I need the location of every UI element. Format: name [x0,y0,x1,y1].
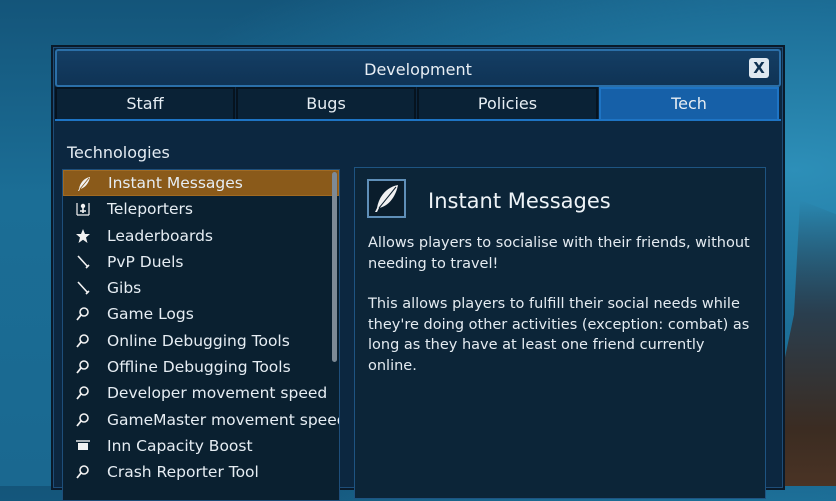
magnifier-icon [75,359,91,375]
window-titlebar[interactable]: Development X [55,49,781,87]
list-item-label: Crash Reporter Tool [107,463,259,482]
list-item-label: PvP Duels [107,252,184,271]
teleporter-icon [75,201,91,217]
list-item[interactable]: Offline Debugging Tools [63,354,339,380]
swords-icon [75,254,91,270]
magnifier-icon [75,385,91,401]
window-title: Development [364,60,472,79]
detail-title: Instant Messages [428,189,611,213]
list-item[interactable]: Developer movement speed [63,380,339,406]
list-item[interactable]: Gibs [63,275,339,301]
list-item[interactable]: Teleporters [63,196,339,222]
list-item-label: Leaderboards [107,226,213,245]
detail-paragraph-2: This allows players to fulfill their soc… [368,296,750,374]
list-scrollbar[interactable] [332,172,337,362]
list-item[interactable]: PvP Duels [63,249,339,275]
list-item-label: GameMaster movement speed [107,410,340,429]
background-terrain [776,200,836,486]
list-item[interactable]: Online Debugging Tools [63,328,339,354]
list-item-label: Inn Capacity Boost [107,436,253,455]
feather-icon [76,176,92,192]
list-item[interactable]: Crash Reporter Tool [63,459,339,485]
tab-bugs[interactable]: Bugs [236,87,416,119]
list-item[interactable]: Leaderboards [63,223,339,249]
close-button[interactable]: X [749,58,769,78]
development-window: Development X Staff Bugs Policies Tech T… [51,45,785,501]
technologies-heading: Technologies [67,143,170,162]
list-item[interactable]: Game Logs [63,301,339,327]
list-item-label: Online Debugging Tools [107,331,290,350]
magnifier-icon [75,412,91,428]
tab-tech[interactable]: Tech [599,87,779,119]
magnifier-icon [75,333,91,349]
technology-list[interactable]: Instant Messages Teleporters Leaderboard… [62,169,340,501]
list-item-label: Developer movement speed [107,384,328,403]
feather-icon [367,179,406,218]
list-item-label: Teleporters [107,200,193,219]
sign-icon [75,438,91,454]
swords-icon [75,280,91,296]
list-item-label: Instant Messages [108,174,243,192]
list-item[interactable]: Instant Messages [63,170,339,197]
star-icon [75,228,91,244]
tab-bar: Staff Bugs Policies Tech [55,87,781,119]
magnifier-icon [75,306,91,322]
magnifier-icon [75,464,91,480]
detail-paragraph-1: Allows players to socialise with their f… [368,235,750,272]
detail-description: Allows players to socialise with their f… [368,233,753,396]
list-item-label: Game Logs [107,305,194,324]
tab-staff[interactable]: Staff [55,87,235,119]
list-item[interactable]: Inn Capacity Boost [63,433,339,459]
list-item[interactable]: GameMaster movement speed [63,407,339,433]
list-item-label: Gibs [107,279,142,298]
tab-policies[interactable]: Policies [417,87,598,119]
list-item-label: Offline Debugging Tools [107,358,291,377]
tab-underline [55,119,781,121]
technology-detail-panel: Instant Messages Allows players to socia… [354,167,766,499]
